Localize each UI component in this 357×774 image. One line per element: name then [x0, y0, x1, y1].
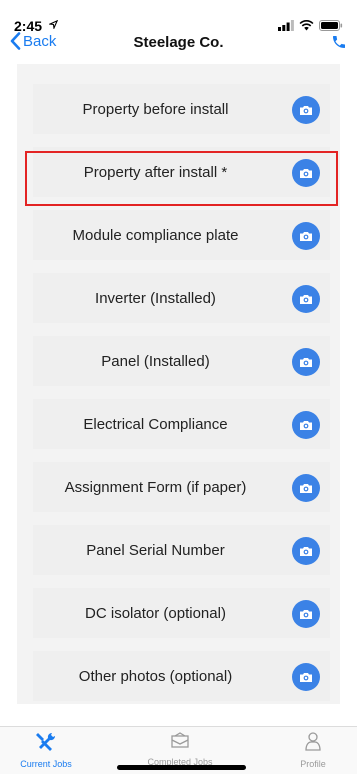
camera-icon	[300, 546, 312, 556]
photo-item-label: Property before install	[82, 100, 229, 118]
camera-icon	[300, 483, 312, 493]
camera-button[interactable]	[292, 348, 320, 376]
camera-icon	[300, 357, 312, 367]
photo-item-label: Electrical Compliance	[83, 415, 228, 433]
page-title: Steelage Co.	[133, 34, 224, 51]
camera-icon	[300, 609, 312, 619]
photo-item[interactable]: Panel Serial Number	[33, 525, 330, 575]
photo-item-label: Other photos (optional)	[78, 667, 233, 685]
phone-button[interactable]	[331, 34, 347, 55]
person-icon	[305, 732, 321, 751]
tab-profile[interactable]: Profile	[268, 731, 357, 769]
camera-icon	[300, 672, 312, 682]
camera-button[interactable]	[292, 474, 320, 502]
phone-icon	[333, 36, 345, 48]
camera-icon	[300, 231, 312, 241]
photo-item[interactable]: DC isolator (optional)	[33, 588, 330, 638]
photo-item[interactable]: Module compliance plate	[33, 210, 330, 260]
photo-item[interactable]: Electrical Compliance	[33, 399, 330, 449]
camera-button[interactable]	[292, 600, 320, 628]
camera-button[interactable]	[292, 663, 320, 691]
photo-item-label: Panel (Installed)	[101, 352, 210, 370]
camera-icon	[300, 105, 312, 115]
tab-current-jobs[interactable]: Current Jobs	[1, 731, 91, 769]
photo-item[interactable]: Property before install	[33, 84, 330, 134]
location-arrow-icon	[49, 20, 58, 29]
camera-button[interactable]	[292, 285, 320, 313]
camera-icon	[300, 294, 312, 304]
tools-icon	[36, 732, 56, 751]
envelope-icon	[171, 732, 189, 748]
tab-label: Current Jobs	[20, 759, 72, 769]
photo-checklist: Other photos (optional) DC isolator (opti…	[17, 64, 340, 704]
camera-icon	[300, 420, 312, 430]
camera-button[interactable]	[292, 411, 320, 439]
photo-item[interactable]: Other photos (optional)	[33, 651, 330, 701]
tab-label: Profile	[300, 759, 326, 769]
photo-item[interactable]: Inverter (Installed)	[33, 273, 330, 323]
photo-item-label: Panel Serial Number	[86, 541, 225, 559]
camera-button[interactable]	[292, 96, 320, 124]
home-indicator	[117, 765, 246, 770]
highlight-box	[25, 151, 338, 206]
navigation-bar: Back Steelage Co.	[0, 30, 357, 60]
camera-button[interactable]	[292, 537, 320, 565]
photo-item-label: DC isolator (optional)	[85, 604, 226, 622]
tab-completed-jobs[interactable]: Completed Jobs	[135, 731, 225, 767]
photo-item[interactable]: Assignment Form (if paper)	[33, 462, 330, 512]
photo-item-label: Module compliance plate	[72, 226, 239, 244]
photo-item-label: Assignment Form (if paper)	[64, 478, 247, 496]
camera-button[interactable]	[292, 222, 320, 250]
status-bar: 2:45	[0, 0, 357, 34]
photo-item[interactable]: Panel (Installed)	[33, 336, 330, 386]
photo-item-label: Inverter (Installed)	[95, 289, 216, 307]
